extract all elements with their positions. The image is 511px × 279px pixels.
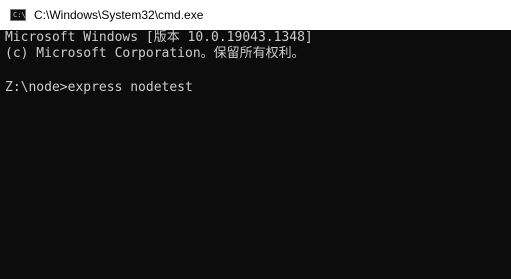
title-bar[interactable]: C:\ C:\Windows\System32\cmd.exe (0, 0, 511, 30)
console-icon-glyph: C:\ (13, 11, 26, 19)
console-icon: C:\ (10, 9, 26, 21)
console-line-copyright: (c) Microsoft Corporation。保留所有权利。 (5, 46, 305, 61)
console-line-prompt-command[interactable]: Z:\node>express nodetest (5, 80, 193, 96)
cmd-window: C:\ C:\Windows\System32\cmd.exe Microsof… (0, 0, 511, 279)
console-output-area[interactable]: Microsoft Windows [版本 10.0.19043.1348] (… (0, 30, 511, 279)
window-title: C:\Windows\System32\cmd.exe (34, 8, 204, 22)
console-line-version: Microsoft Windows [版本 10.0.19043.1348] (5, 30, 313, 45)
